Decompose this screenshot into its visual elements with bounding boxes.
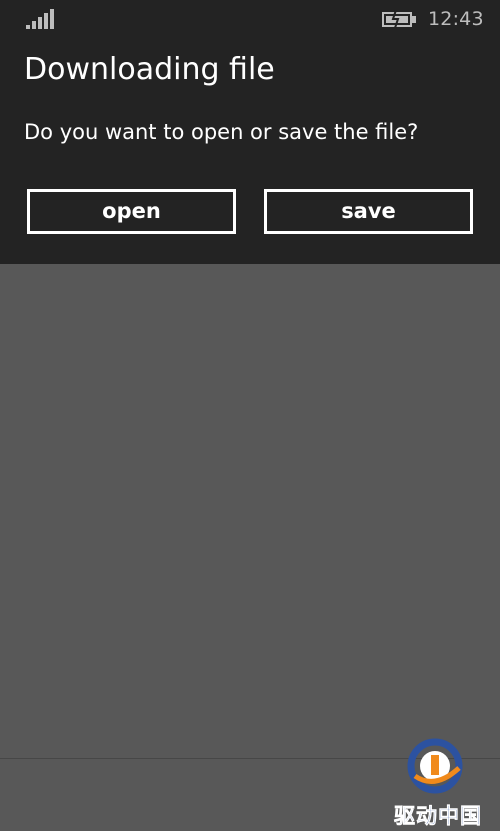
battery-charging-icon xyxy=(382,10,416,28)
watermark-logo-icon xyxy=(407,738,463,794)
status-time: 12:43 xyxy=(428,8,484,30)
save-button[interactable]: save xyxy=(264,189,473,234)
open-button[interactable]: open xyxy=(27,189,236,234)
download-dialog: 12:43 Downloading file Do you want to op… xyxy=(0,0,500,264)
phone-screen: 12:43 Downloading file Do you want to op… xyxy=(0,0,500,831)
dialog-message: Do you want to open or save the file? xyxy=(24,120,419,144)
status-bar: 12:43 xyxy=(0,0,500,38)
watermark-text: 驱动中国 xyxy=(394,804,482,829)
signal-strength-icon xyxy=(26,9,54,29)
dialog-title: Downloading file xyxy=(24,52,275,87)
watermark-logo: 驱动中国 xyxy=(381,734,495,830)
